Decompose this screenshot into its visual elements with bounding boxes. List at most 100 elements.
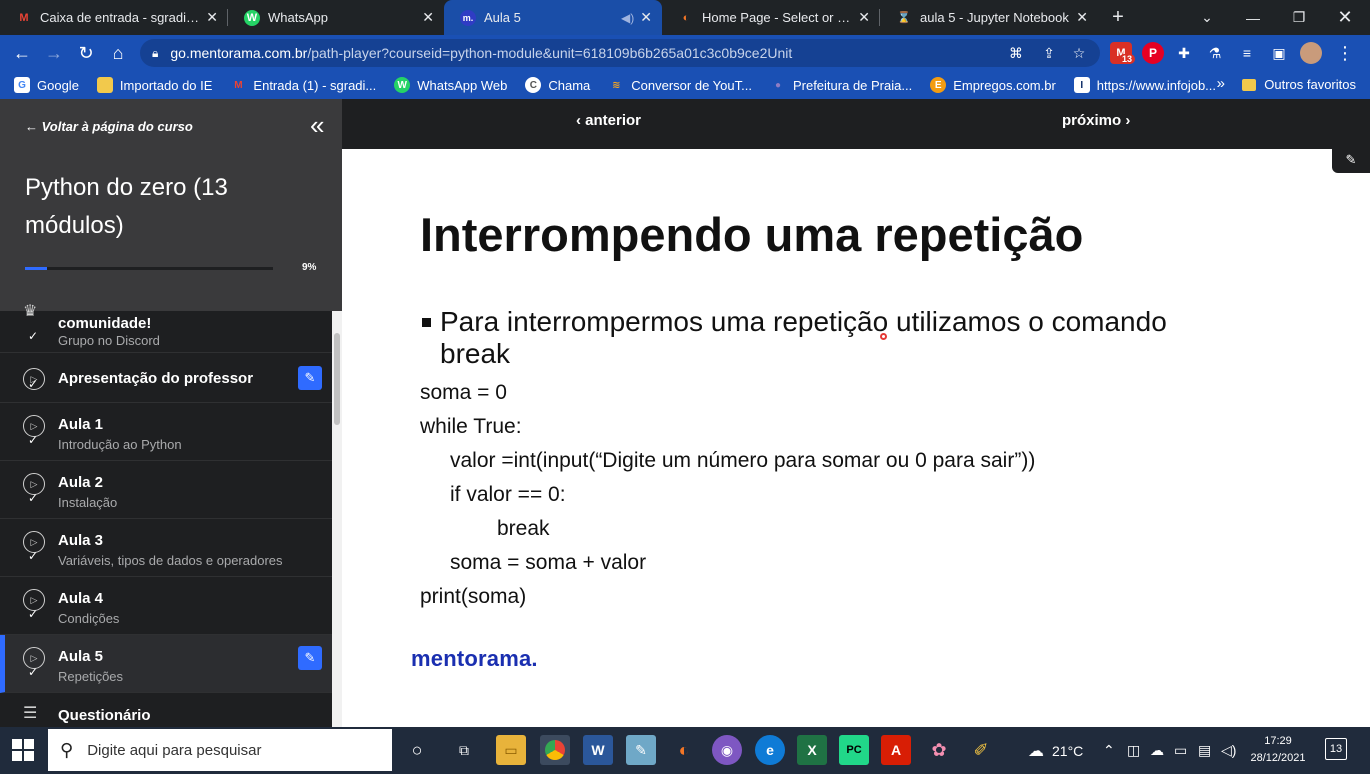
url-host: go.mentorama.com.br <box>170 45 308 61</box>
bookmark-item[interactable]: ≋ Conversor de YouT... <box>608 77 752 93</box>
close-tab-icon[interactable]: ✕ <box>640 9 652 26</box>
bookmark-star-icon[interactable]: ☆ <box>1068 42 1090 64</box>
lesson-title: Aula 2 <box>58 474 104 491</box>
tab-aula-5[interactable]: m. Aula 5 ◀) ✕ <box>444 0 662 35</box>
notepad-icon[interactable]: ✎ <box>626 735 656 765</box>
lesson-item-questionario[interactable]: ☰ Questionário <box>0 693 332 727</box>
windows-start-icon[interactable] <box>12 739 34 761</box>
forward-arrow-icon[interactable]: → <box>40 40 68 66</box>
mail-badge: 13 <box>1119 54 1136 64</box>
network-icon[interactable]: ▤ <box>1198 727 1211 774</box>
tab-title: Aula 5 <box>484 10 521 25</box>
bookmark-label: Chama <box>548 77 591 93</box>
infojobs-icon: I <box>1073 77 1090 93</box>
paint-3d-icon[interactable]: ✐ <box>966 735 996 765</box>
onedrive-icon[interactable]: ☁ <box>1150 727 1164 774</box>
taskbar-search[interactable]: ⚲ Digite aqui para pesquisar <box>48 729 392 771</box>
tab-jupyter[interactable]: ⌛ aula 5 - Jupyter Notebook ✕ <box>880 0 1098 35</box>
taskbar-clock[interactable]: 17:29 28/12/2021 <box>1249 733 1307 767</box>
lab-flask-icon[interactable]: ⚗ <box>1204 42 1226 64</box>
bookmark-item[interactable]: Importado do IE <box>96 77 212 93</box>
close-tab-icon[interactable]: ✕ <box>1076 9 1088 26</box>
code-line: while True: <box>420 415 522 438</box>
maximize-button[interactable]: ❐ <box>1276 0 1322 35</box>
share-icon[interactable]: ⇪ <box>1038 42 1060 64</box>
close-window-button[interactable]: ✕ <box>1322 0 1368 35</box>
lesson-item-aula-2[interactable]: ▷ ✓ Aula 2 Instalação <box>0 461 332 519</box>
pdf-reader-icon[interactable]: A <box>881 735 911 765</box>
tab-gmail[interactable]: M Caixa de entrada - sgradioati ✕ <box>0 0 228 35</box>
lock-icon[interactable]: 🔒︎ <box>152 46 158 61</box>
next-lesson-link[interactable]: próximo › <box>1062 112 1130 129</box>
lesson-item-aula-5[interactable]: ▷ ✓ Aula 5 Repetições ✎ <box>0 635 332 693</box>
address-bar[interactable]: 🔒︎ go.mentorama.com.br/path-player?cours… <box>140 39 1100 67</box>
paint-icon[interactable]: ✿ <box>924 735 954 765</box>
check-icon: ✓ <box>28 329 39 343</box>
previous-lesson-link[interactable]: ‹ anterior <box>576 112 641 129</box>
pinterest-icon[interactable]: P <box>1142 42 1164 64</box>
lesson-item-aula-4[interactable]: ▷ ✓ Aula 4 Condições <box>0 577 332 635</box>
game-app-icon[interactable]: ◉ <box>712 735 742 765</box>
lesson-subtitle: Repetições <box>58 669 124 684</box>
new-tab-button[interactable]: + <box>1098 0 1138 35</box>
attachment-icon[interactable]: ✎ <box>298 366 322 390</box>
reload-icon[interactable]: ↻ <box>72 40 100 66</box>
notification-center-icon[interactable]: 13 <box>1325 738 1347 760</box>
excel-icon[interactable]: X <box>797 735 827 765</box>
bookmark-item[interactable]: W WhatsApp Web <box>394 77 507 93</box>
course-title: Python do zero (13 módulos) <box>25 174 228 239</box>
back-arrow-icon[interactable]: ← <box>8 40 36 66</box>
attachment-icon[interactable]: ✎ <box>298 646 322 670</box>
lesson-item-comunidade[interactable]: ♛ ✓ comunidade! Grupo no Discord <box>0 303 332 353</box>
bookmark-item[interactable]: C Chama <box>525 77 590 93</box>
bullet-square-icon <box>422 318 431 327</box>
close-tab-icon[interactable]: ✕ <box>858 9 870 26</box>
close-tab-icon[interactable]: ✕ <box>206 9 218 26</box>
pycharm-icon[interactable]: PC <box>839 735 869 765</box>
menu-kebab-icon[interactable]: ⋮ <box>1334 42 1356 64</box>
camera-icon[interactable]: ◫ <box>1127 727 1140 774</box>
extensions-puzzle-icon[interactable]: ✚ <box>1173 42 1195 64</box>
sidebar-scroll-thumb[interactable] <box>334 333 340 425</box>
lesson-item-aula-3[interactable]: ▷ ✓ Aula 3 Variáveis, tipos de dados e o… <box>0 519 332 577</box>
code-line: soma = soma + valor <box>450 551 647 574</box>
bookmark-item[interactable]: ● Prefeitura de Praia... <box>770 77 912 93</box>
lesson-item-apresentacao[interactable]: ▷ ✓ Apresentação do professor ✎ <box>0 353 332 403</box>
tab-whatsapp[interactable]: W WhatsApp ✕ <box>228 0 444 35</box>
task-view-icon[interactable]: ⧉ <box>449 735 479 765</box>
slide-title: Interrompendo uma repetição <box>420 208 1084 261</box>
tab-home-page[interactable]: ◐ Home Page - Select or create ✕ <box>662 0 880 35</box>
profile-avatar[interactable] <box>1300 42 1322 64</box>
battery-icon[interactable]: ▭ <box>1174 727 1187 774</box>
close-tab-icon[interactable]: ✕ <box>422 9 434 26</box>
gmail-icon: M <box>234 79 243 91</box>
edge-icon[interactable]: e <box>755 735 785 765</box>
tray-chevron-icon[interactable]: ⌃ <box>1103 727 1115 774</box>
media-queue-icon[interactable]: ≡ <box>1236 42 1258 64</box>
bookmark-item[interactable]: G Google <box>14 77 79 93</box>
audio-icon[interactable]: ◀) <box>621 11 634 25</box>
side-panel-icon[interactable]: ▣ <box>1268 42 1290 64</box>
back-to-course-link[interactable]: ← Voltar à página do curso <box>25 119 193 134</box>
bookmark-item[interactable]: E Empregos.com.br <box>930 77 1056 93</box>
cortana-icon[interactable]: ○ <box>402 735 432 765</box>
sidebar-header: ← Voltar à página do curso « Python do z… <box>0 99 342 311</box>
home-icon[interactable]: ⌂ <box>104 40 132 66</box>
translate-icon[interactable]: ⌘ <box>1005 42 1027 64</box>
file-explorer-icon[interactable]: ▭ <box>496 735 526 765</box>
lesson-item-aula-1[interactable]: ▷ ✓ Aula 1 Introdução ao Python <box>0 403 332 461</box>
tab-search-icon[interactable]: ⌄ <box>1184 0 1230 35</box>
progress-fill <box>25 267 48 270</box>
chrome-icon[interactable] <box>540 735 570 765</box>
bookmark-item[interactable]: Ihttps://www.infojob... <box>1073 77 1216 93</box>
minimize-button[interactable]: — <box>1230 0 1276 35</box>
attachment-tab-icon[interactable]: ✎ <box>1332 147 1370 173</box>
word-icon[interactable]: W <box>583 735 613 765</box>
eclipse-app-icon[interactable]: ◐ <box>669 735 699 765</box>
collapse-sidebar-icon[interactable]: « <box>310 112 324 138</box>
other-bookmarks[interactable]: Outros favoritos <box>1242 77 1356 92</box>
volume-icon[interactable]: ◁) <box>1221 727 1236 774</box>
more-bookmarks-icon[interactable]: » <box>1217 75 1225 92</box>
weather-widget[interactable]: ☁ 21°C <box>1028 727 1083 774</box>
bookmark-item[interactable]: M Entrada (1) - sgradi... <box>230 77 376 93</box>
